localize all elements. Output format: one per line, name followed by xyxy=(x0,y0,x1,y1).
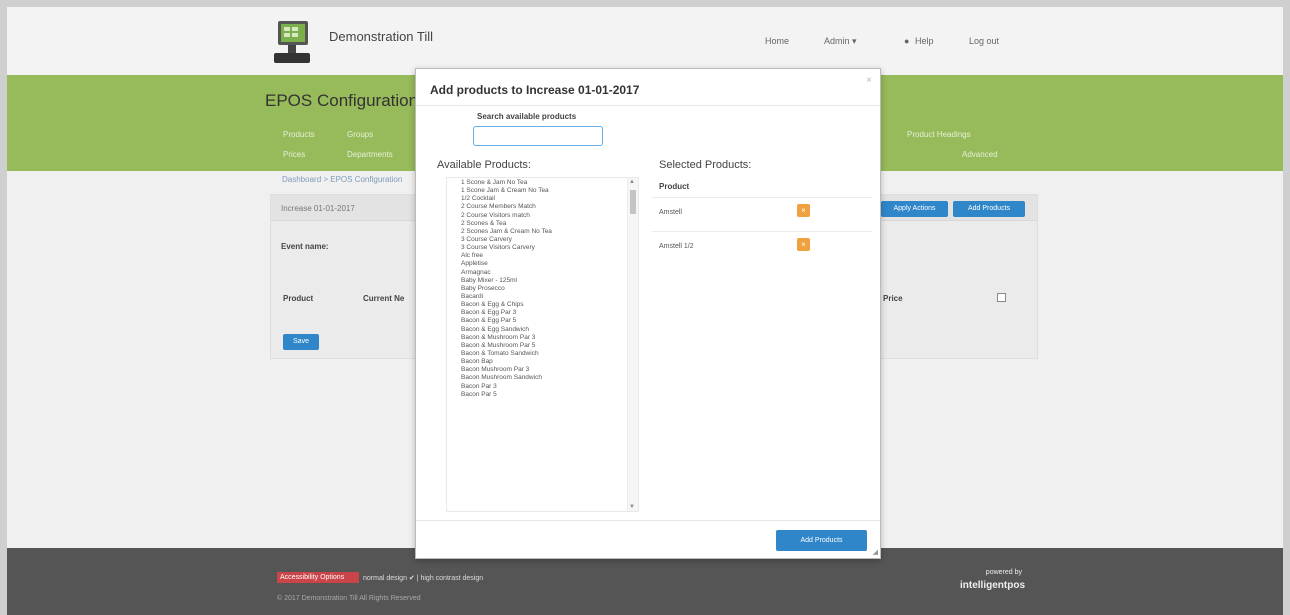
available-product-item[interactable]: Baby Prosecco xyxy=(461,285,621,293)
select-all-checkbox[interactable] xyxy=(997,293,1006,302)
col-current: Current Ne xyxy=(363,294,405,303)
available-product-item[interactable]: 2 Course Members Match xyxy=(461,203,621,211)
scroll-up-icon[interactable]: ▲ xyxy=(629,179,635,185)
band-link-prices[interactable]: Prices xyxy=(283,150,305,159)
add-products-submit-button[interactable]: Add Products xyxy=(776,530,867,551)
available-product-item[interactable]: Appletise xyxy=(461,260,621,268)
available-product-item[interactable]: 2 Scones Jam & Cream No Tea xyxy=(461,228,621,236)
accessibility-badge[interactable]: Accessibility Options xyxy=(277,572,359,583)
event-name-label: Event name: xyxy=(281,242,329,251)
close-icon[interactable]: × xyxy=(866,75,872,86)
band-link-advanced[interactable]: Advanced xyxy=(962,150,998,159)
remove-button[interactable]: × xyxy=(797,204,810,217)
add-products-button[interactable]: Add Products xyxy=(953,201,1025,217)
available-product-item[interactable]: Bacon Bap xyxy=(461,358,621,366)
selected-product-name: Amstell 1/2 xyxy=(659,243,694,250)
available-product-item[interactable]: Bacardi xyxy=(461,293,621,301)
available-product-item[interactable]: Bacon & Egg & Chips xyxy=(461,301,621,309)
available-product-item[interactable]: Bacon Mushroom Sandwich xyxy=(461,374,621,382)
band-link-products[interactable]: Products xyxy=(283,130,315,139)
available-product-item[interactable]: 1 Scone Jam & Cream No Tea xyxy=(461,187,621,195)
available-products-list[interactable]: 1 Scone & Jam No Tea 1 Scone Jam & Cream … xyxy=(446,177,639,512)
add-products-modal: Add products to Increase 01-01-2017 × Se… xyxy=(415,68,881,559)
available-product-item[interactable]: Bacon & Tomato Sandwich xyxy=(461,350,621,358)
scroll-thumb[interactable] xyxy=(630,190,636,214)
remove-button[interactable]: × xyxy=(797,238,810,251)
selected-col-product: Product xyxy=(659,182,690,191)
available-product-item[interactable]: 3 Course Carvery xyxy=(461,236,621,244)
powered-by: powered by xyxy=(985,569,1022,576)
list-scrollbar[interactable]: ▲ ▼ xyxy=(627,178,638,511)
copyright: © 2017 Demonstration Till All Rights Res… xyxy=(277,595,421,602)
brand-logo[interactable]: intelligentpos xyxy=(945,580,1025,591)
panel-title: Increase 01-01-2017 xyxy=(281,204,355,213)
search-input[interactable] xyxy=(473,126,603,146)
available-product-item[interactable]: Bacon & Mushroom Par 3 xyxy=(461,334,621,342)
band-link-departments[interactable]: Departments xyxy=(347,150,393,159)
nav-logout[interactable]: Log out xyxy=(969,36,999,46)
selected-product-name: Amstell xyxy=(659,209,682,216)
search-label: Search available products xyxy=(477,112,577,121)
modal-header: Add products to Increase 01-01-2017 × xyxy=(416,69,880,106)
modal-title: Add products to Increase 01-01-2017 xyxy=(430,83,640,97)
available-product-item[interactable]: 2 Scones & Tea xyxy=(461,220,621,228)
available-product-item[interactable]: Alc free xyxy=(461,252,621,260)
scroll-down-icon[interactable]: ▼ xyxy=(629,504,635,510)
available-product-item[interactable]: Bacon Par 5 xyxy=(461,391,621,399)
available-product-item[interactable]: 3 Course Visitors Carvery xyxy=(461,244,621,252)
available-product-item[interactable]: Bacon & Egg Sandwich xyxy=(461,326,621,334)
app-title[interactable]: Demonstration Till xyxy=(329,29,433,44)
available-product-item[interactable]: Bacon & Egg Par 5 xyxy=(461,317,621,325)
available-product-item[interactable]: 1 Scone & Jam No Tea xyxy=(461,179,621,187)
apply-actions-button[interactable]: Apply Actions xyxy=(881,201,948,217)
nav-home[interactable]: Home xyxy=(765,36,789,46)
modal-footer: Add Products ◢ xyxy=(416,520,880,558)
available-products-title: Available Products: xyxy=(437,159,531,171)
nav-admin[interactable]: Admin ▾ xyxy=(824,36,857,47)
available-product-item[interactable]: 1/2 Cocktail xyxy=(461,195,621,203)
design-links[interactable]: normal design ✔ | high contrast design xyxy=(363,574,483,582)
selected-row: Amstell 1/2 × xyxy=(652,231,872,265)
page-title: EPOS Configuration xyxy=(265,91,419,110)
available-product-item[interactable]: Bacon & Mushroom Par 5 xyxy=(461,342,621,350)
help-icon[interactable]: ● xyxy=(904,36,909,46)
available-product-item[interactable]: 2 Course Visitors match xyxy=(461,212,621,220)
band-link-product-headings[interactable]: Product Headings xyxy=(907,130,971,139)
selected-row: Amstell × xyxy=(652,197,872,231)
available-product-item[interactable]: Bacon Par 3 xyxy=(461,383,621,391)
available-product-item[interactable]: Armagnac xyxy=(461,269,621,277)
col-product: Product xyxy=(283,294,314,303)
available-list-items: 1 Scone & Jam No Tea 1 Scone Jam & Cream … xyxy=(461,179,621,399)
nav-help[interactable]: Help xyxy=(915,36,934,46)
col-price: Price xyxy=(883,294,903,303)
selected-products-title: Selected Products: xyxy=(659,159,752,171)
resize-grip-icon[interactable]: ◢ xyxy=(873,548,878,556)
site-header: Demonstration Till Home Admin ▾ ● Help L… xyxy=(7,7,1283,75)
till-logo-icon[interactable] xyxy=(270,19,314,65)
available-product-item[interactable]: Baby Mixer - 125ml xyxy=(461,277,621,285)
available-product-item[interactable]: Bacon Mushroom Par 3 xyxy=(461,366,621,374)
breadcrumb[interactable]: Dashboard > EPOS Configuration xyxy=(282,175,402,184)
band-link-groups[interactable]: Groups xyxy=(347,130,373,139)
available-product-item[interactable]: Bacon & Egg Par 3 xyxy=(461,309,621,317)
save-button[interactable]: Save xyxy=(283,334,319,350)
